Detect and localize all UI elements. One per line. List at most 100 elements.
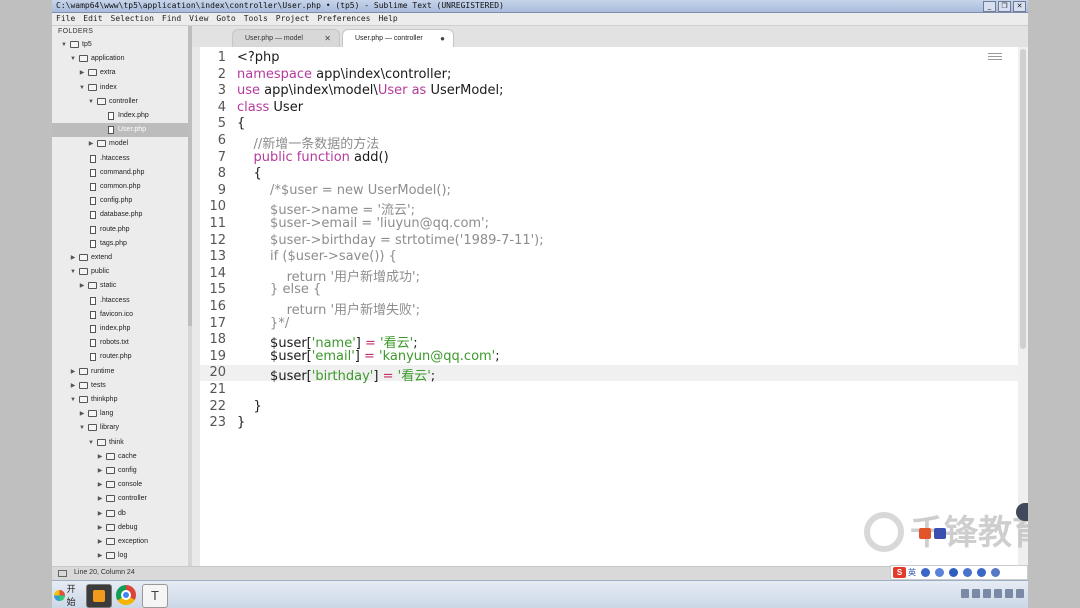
sidebar-item[interactable]: .htaccess [52,294,188,308]
code-line[interactable]: public function add() [237,150,389,165]
ime-language[interactable]: 英 [908,567,916,578]
expanded-arrow-icon[interactable]: ▼ [78,421,86,435]
sidebar-item[interactable]: config.php [52,194,188,208]
tray-volume-icon[interactable] [994,589,1002,598]
editor-scrollbar[interactable] [1018,47,1028,566]
tray-flag-icon[interactable] [983,589,991,598]
sidebar-item[interactable]: robots.txt [52,336,188,350]
expanded-arrow-icon[interactable]: ▼ [87,95,95,109]
collapsed-arrow-icon[interactable]: ▶ [78,66,86,80]
ime-skin-icon[interactable] [977,568,986,577]
code-line[interactable]: { [237,166,262,181]
code-line[interactable]: { [237,116,245,131]
sidebar-item[interactable]: ▶ extend [52,251,188,265]
float-app-icon[interactable] [919,528,931,539]
sidebar-item[interactable]: Index.php [52,109,188,123]
unsaved-dot-icon[interactable]: ● [440,30,445,48]
collapsed-arrow-icon[interactable]: ▶ [96,450,104,464]
close-button[interactable]: ✕ [1013,1,1026,12]
minimap[interactable] [988,51,1002,65]
sidebar-item[interactable]: User.php [52,123,188,138]
sidebar-item[interactable]: ▶ console [52,478,188,492]
sidebar-item[interactable]: ▶ runtime [52,365,188,379]
menu-goto[interactable]: Goto [212,13,239,25]
sidebar-item[interactable]: index.php [52,322,188,336]
collapsed-arrow-icon[interactable]: ▶ [96,507,104,521]
sidebar-item[interactable]: ▼ controller [52,95,188,109]
tray-arrow-icon[interactable] [961,589,969,598]
code-line[interactable]: } [237,415,245,430]
close-tab-icon[interactable]: ✕ [324,30,331,48]
sidebar-item[interactable]: ▶ db [52,507,188,521]
collapsed-arrow-icon[interactable]: ▶ [69,251,77,265]
sidebar-item[interactable]: ▼ tp5 [52,38,188,52]
sidebar-item[interactable]: ▼ thinkphp [52,393,188,407]
tray-clock-icon[interactable] [1016,589,1024,598]
collapsed-arrow-icon[interactable]: ▶ [96,521,104,535]
code-line[interactable]: use app\index\model\User as UserModel; [237,83,504,98]
sidebar-item[interactable]: tags.php [52,237,188,251]
sidebar-item[interactable]: ▼ application [52,52,188,66]
sidebar-item[interactable]: ▶ tests [52,379,188,393]
sidebar-item[interactable]: ▼ index [52,81,188,95]
sidebar-item[interactable]: common.php [52,180,188,194]
panel-toggle-icon[interactable] [58,570,67,577]
menu-project[interactable]: Project [272,13,314,25]
menu-view[interactable]: View [185,13,212,25]
sidebar-item[interactable]: route.php [52,223,188,237]
sidebar-item[interactable]: ▶ exception [52,535,188,549]
sidebar-item[interactable]: ▶ extra [52,66,188,80]
input-method-bar[interactable]: S 英 [890,565,1028,580]
code-line[interactable]: } else { [237,282,321,297]
text-editor-taskbar-icon[interactable]: T [142,584,168,608]
menu-preferences[interactable]: Preferences [314,13,375,25]
menu-find[interactable]: Find [158,13,185,25]
collapsed-arrow-icon[interactable]: ▶ [96,464,104,478]
collapsed-arrow-icon[interactable]: ▶ [78,407,86,421]
floating-badge[interactable]: 78 [1016,503,1028,521]
code-line[interactable]: if ($user->save()) { [237,249,397,264]
sidebar-item[interactable]: .htaccess [52,152,188,166]
menu-file[interactable]: File [52,13,79,25]
ime-keyboard-icon[interactable] [963,568,972,577]
collapsed-arrow-icon[interactable]: ▶ [96,535,104,549]
collapsed-arrow-icon[interactable]: ▶ [96,492,104,506]
sidebar-item[interactable]: ▼ public [52,265,188,279]
editor-scroll-thumb[interactable] [1020,49,1026,349]
expanded-arrow-icon[interactable]: ▼ [60,38,68,52]
sidebar-item[interactable]: ▼ think [52,436,188,450]
start-button[interactable]: 开始 [54,584,84,607]
sidebar-item[interactable]: ▶ config [52,464,188,478]
sidebar-item[interactable]: database.php [52,208,188,222]
sidebar-item[interactable]: ▶ debug [52,521,188,535]
sidebar-item[interactable]: ▶ lang [52,407,188,421]
float-help-icon[interactable] [934,528,946,539]
ime-moon-icon[interactable] [921,568,930,577]
code-editor[interactable]: 1 <?php 2 namespace app\index\controller; 3 u… [200,47,1018,566]
menu-edit[interactable]: Edit [79,13,106,25]
ime-tools-icon[interactable] [991,568,1000,577]
sidebar-scroll-thumb[interactable] [188,26,192,326]
code-line[interactable]: $user['birthday'] = '看云'; [237,365,435,384]
sublime-taskbar-icon[interactable] [86,584,112,608]
sidebar-item[interactable]: router.php [52,350,188,364]
menu-selection[interactable]: Selection [107,13,158,25]
code-line[interactable]: } [237,399,262,414]
expanded-arrow-icon[interactable]: ▼ [78,81,86,95]
sidebar-item[interactable]: ▶ model [52,137,188,151]
minimize-button[interactable]: _ [983,1,996,12]
menu-tools[interactable]: Tools [240,13,272,25]
expanded-arrow-icon[interactable]: ▼ [69,265,77,279]
sidebar-item[interactable]: ▶ log [52,549,188,563]
tray-battery-icon[interactable] [1005,589,1013,598]
ime-punct-icon[interactable] [935,568,944,577]
code-line[interactable]: /*$user = new UserModel(); [237,183,451,198]
collapsed-arrow-icon[interactable]: ▶ [96,478,104,492]
code-line[interactable]: class User [237,100,303,115]
code-line[interactable]: namespace app\index\controller; [237,67,451,82]
collapsed-arrow-icon[interactable]: ▶ [96,549,104,563]
sidebar-item[interactable]: command.php [52,166,188,180]
collapsed-arrow-icon[interactable]: ▶ [69,379,77,393]
sidebar-item[interactable]: favicon.ico [52,308,188,322]
sidebar-scrollbar[interactable] [188,26,192,566]
